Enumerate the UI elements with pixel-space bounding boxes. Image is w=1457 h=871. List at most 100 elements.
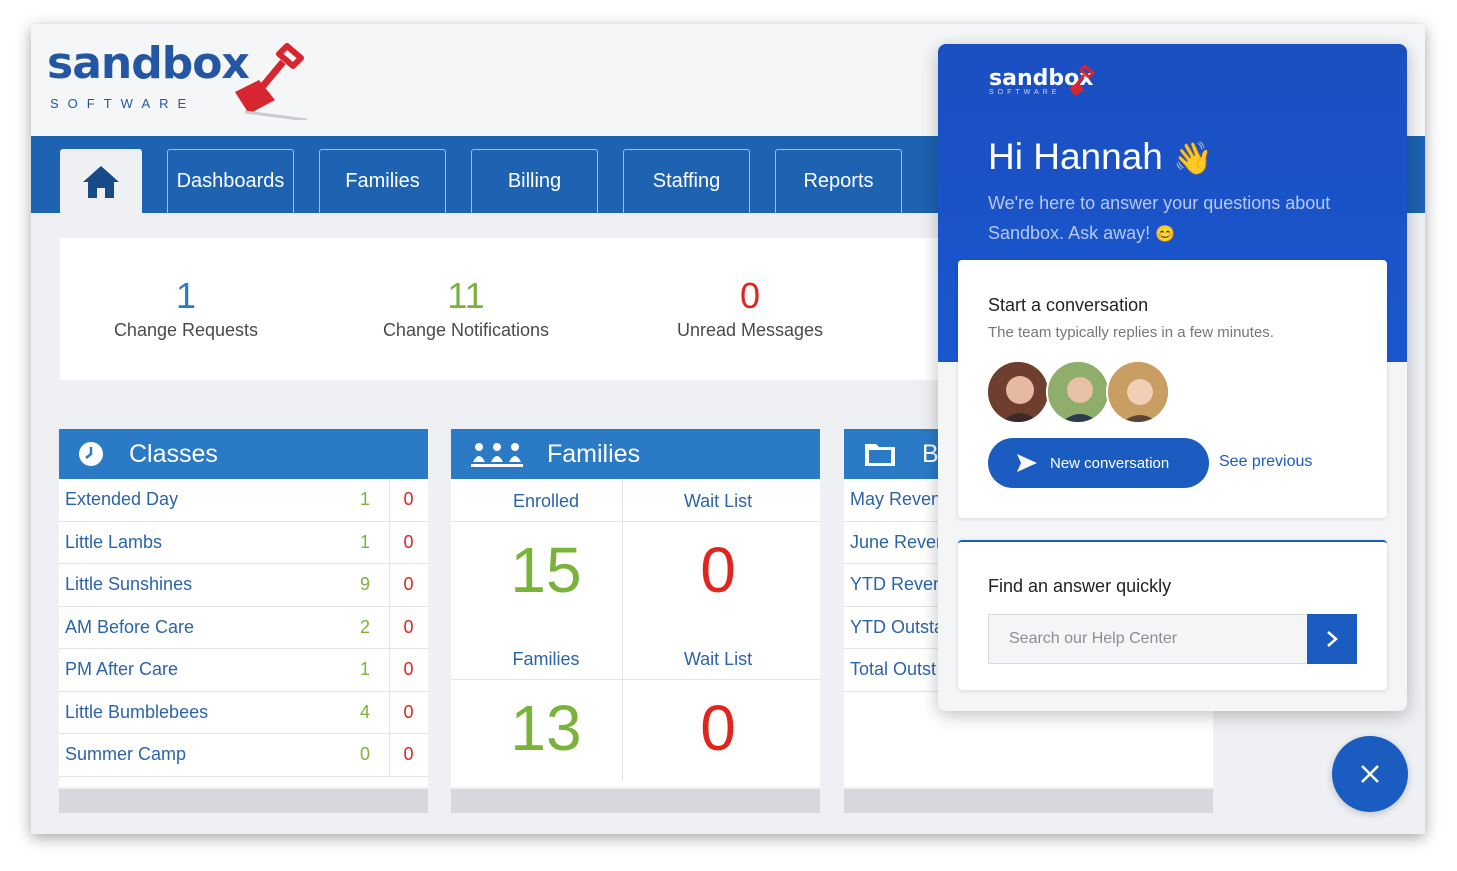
billing-card-title: B bbox=[922, 439, 939, 468]
chat-intro: We're here to answer your questions abou… bbox=[988, 188, 1348, 250]
class-enrolled: 1 bbox=[359, 489, 370, 510]
table-row[interactable]: Summer Camp 0 0 bbox=[59, 734, 428, 777]
table-row[interactable]: Little Sunshines 9 0 bbox=[59, 564, 428, 607]
families-card-header: Families bbox=[451, 429, 820, 479]
clock-icon bbox=[79, 442, 103, 466]
avatar bbox=[1046, 360, 1110, 424]
logo-subtitle: SOFTWARE bbox=[50, 96, 196, 111]
class-waitlist: 0 bbox=[389, 479, 427, 521]
wave-icon: 👋 bbox=[1173, 140, 1213, 176]
class-enrolled: 1 bbox=[359, 659, 370, 680]
avatar bbox=[986, 360, 1050, 424]
billing-row-label[interactable]: YTD Reven bbox=[850, 574, 943, 595]
enrolled-count[interactable]: 15 bbox=[461, 533, 631, 607]
class-waitlist: 0 bbox=[389, 564, 427, 606]
families-card: Families Enrolled Wait List 15 0 Familie… bbox=[451, 429, 820, 787]
stat-value: 11 bbox=[447, 275, 485, 316]
search-submit-button[interactable] bbox=[1307, 614, 1357, 664]
stats-panel: 1 Change Requests 11 Change Notification… bbox=[60, 238, 960, 380]
people-icon bbox=[471, 443, 523, 467]
stat-label: Change Requests bbox=[113, 320, 259, 340]
sandbox-logo[interactable]: sandbox SOFTWARE bbox=[47, 38, 307, 120]
families-grid: Enrolled Wait List 15 0 Families Wait Li… bbox=[451, 479, 820, 787]
class-waitlist: 0 bbox=[389, 521, 427, 563]
class-waitlist: 0 bbox=[389, 691, 427, 733]
smile-icon: 😊 bbox=[1155, 226, 1176, 243]
classes-card-footer bbox=[59, 789, 428, 813]
tab-home[interactable] bbox=[60, 149, 142, 213]
folder-icon bbox=[865, 444, 895, 466]
class-enrolled: 0 bbox=[359, 744, 370, 765]
class-name[interactable]: Summer Camp bbox=[65, 744, 186, 765]
new-conversation-label: New conversation bbox=[1050, 454, 1170, 472]
families-card-title: Families bbox=[547, 439, 641, 468]
start-title: Start a conversation bbox=[988, 295, 1149, 315]
stat-value: 0 bbox=[739, 275, 761, 316]
start-conversation-card: Start a conversation The team typically … bbox=[958, 260, 1387, 518]
class-name[interactable]: AM Before Care bbox=[65, 617, 194, 638]
class-name[interactable]: Little Bumblebees bbox=[65, 702, 208, 723]
chat-logo: sandbox SOFTWARE bbox=[989, 64, 1095, 96]
class-waitlist: 0 bbox=[389, 606, 427, 648]
enrolled-label: Enrolled bbox=[512, 491, 580, 511]
waitlist-label: Wait List bbox=[683, 491, 753, 511]
stat-label: Change Notifications bbox=[382, 320, 550, 340]
classes-card-title: Classes bbox=[129, 439, 218, 468]
families-count[interactable]: 13 bbox=[461, 691, 631, 765]
billing-row-label[interactable]: Total Outst bbox=[850, 659, 936, 680]
chevron-right-icon bbox=[1327, 631, 1338, 647]
see-previous-link[interactable]: See previous bbox=[1219, 453, 1312, 471]
help-search-input[interactable]: Search our Help Center bbox=[988, 614, 1307, 664]
billing-row-label[interactable]: June Reven bbox=[850, 532, 946, 553]
class-name[interactable]: PM After Care bbox=[65, 659, 178, 680]
billing-row-label[interactable]: YTD Outsta bbox=[850, 617, 944, 638]
greeting-text: Hi Hannah bbox=[988, 136, 1163, 177]
stat-unread-messages[interactable]: 0 Unread Messages bbox=[630, 276, 870, 341]
class-enrolled: 9 bbox=[359, 574, 370, 595]
stat-change-notifications[interactable]: 11 Change Notifications bbox=[346, 276, 586, 341]
find-answer-card: Find an answer quickly Search our Help C… bbox=[958, 540, 1387, 690]
close-chat-button[interactable] bbox=[1332, 736, 1408, 812]
find-title: Find an answer quickly bbox=[988, 576, 1172, 596]
table-row[interactable]: Extended Day 1 0 bbox=[59, 479, 428, 522]
table-row[interactable]: PM After Care 1 0 bbox=[59, 649, 428, 692]
tab-reports[interactable]: Reports bbox=[775, 149, 902, 213]
classes-card: Classes Extended Day 1 0 Little Lambs 1 … bbox=[59, 429, 428, 787]
stat-value: 1 bbox=[175, 275, 197, 316]
tab-families[interactable]: Families bbox=[319, 149, 446, 213]
billing-card-footer bbox=[844, 789, 1213, 813]
tab-dashboards[interactable]: Dashboards bbox=[167, 149, 294, 213]
class-enrolled: 4 bbox=[359, 701, 370, 722]
class-waitlist: 0 bbox=[389, 734, 427, 776]
shovel-icon bbox=[1069, 64, 1095, 96]
waitlist-count[interactable]: 0 bbox=[633, 533, 803, 607]
class-name[interactable]: Little Sunshines bbox=[65, 574, 192, 595]
billing-row-label[interactable]: May Reven bbox=[850, 489, 941, 510]
families-waitlist-count[interactable]: 0 bbox=[633, 691, 803, 765]
families-card-footer bbox=[451, 789, 820, 813]
table-row[interactable]: Little Bumblebees 4 0 bbox=[59, 691, 428, 734]
avatar bbox=[1106, 360, 1170, 424]
classes-card-header: Classes bbox=[59, 429, 428, 479]
chat-widget: sandbox SOFTWARE Hi Hannah 👋 We're here … bbox=[938, 44, 1407, 711]
class-enrolled: 1 bbox=[359, 531, 370, 552]
families-label: Families bbox=[512, 649, 580, 669]
start-subtitle: The team typically replies in a few minu… bbox=[988, 324, 1274, 341]
chat-greeting: Hi Hannah 👋 bbox=[988, 136, 1213, 178]
stat-change-requests[interactable]: 1 Change Requests bbox=[66, 276, 306, 341]
class-enrolled: 2 bbox=[359, 616, 370, 637]
home-icon bbox=[83, 165, 119, 198]
shovel-icon bbox=[235, 43, 307, 120]
send-icon bbox=[1017, 454, 1037, 472]
stat-label: Unread Messages bbox=[676, 320, 824, 340]
class-waitlist: 0 bbox=[389, 649, 427, 691]
close-icon bbox=[1361, 765, 1379, 783]
families-waitlist-label: Wait List bbox=[683, 649, 753, 669]
table-row[interactable]: Little Lambs 1 0 bbox=[59, 521, 428, 564]
class-name[interactable]: Extended Day bbox=[65, 489, 178, 510]
table-row[interactable]: AM Before Care 2 0 bbox=[59, 606, 428, 649]
new-conversation-button[interactable]: New conversation bbox=[988, 438, 1209, 488]
tab-billing[interactable]: Billing bbox=[471, 149, 598, 213]
class-name[interactable]: Little Lambs bbox=[65, 532, 162, 553]
tab-staffing[interactable]: Staffing bbox=[623, 149, 750, 213]
